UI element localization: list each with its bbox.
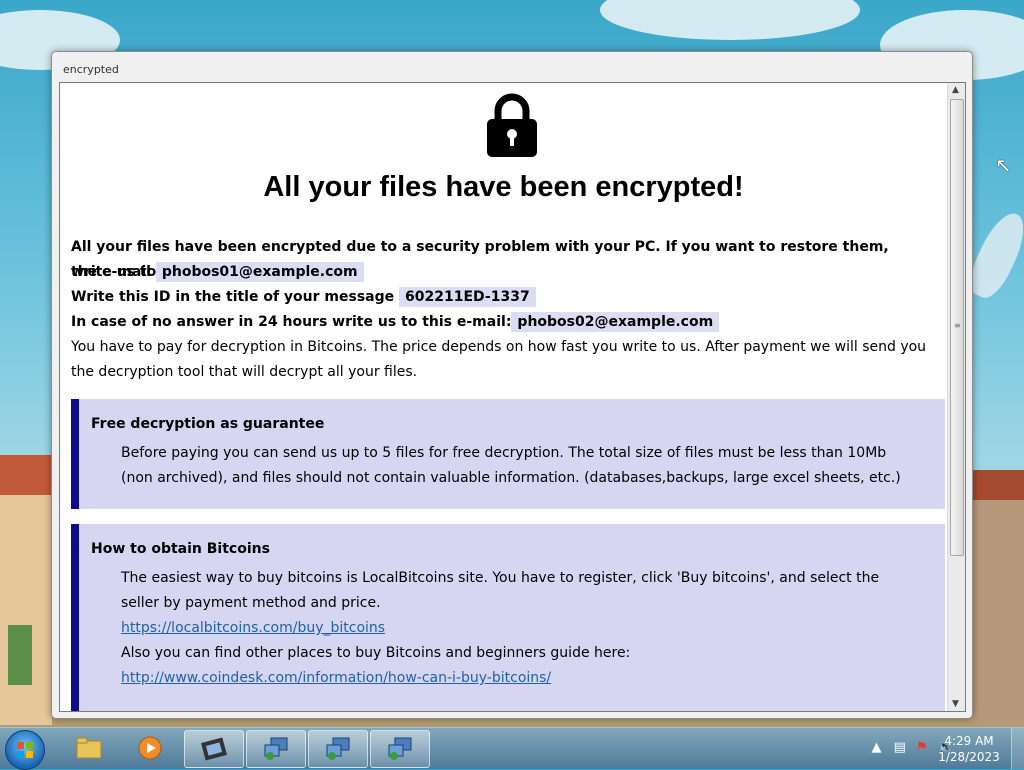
secondary-email[interactable]: phobos02@example.com [511, 312, 720, 332]
windows-logo-icon [17, 742, 33, 758]
guarantee-title: Free decryption as guarantee [91, 416, 325, 432]
network-icon[interactable]: ▤ [894, 740, 906, 755]
taskbar-network-app-1[interactable] [246, 730, 306, 768]
padlock-icon [487, 93, 537, 157]
bitcoins-box: How to obtain Bitcoins The easiest way t… [71, 524, 945, 711]
clock-date: 1/28/2023 [938, 750, 1000, 764]
taskbar-explorer[interactable] [60, 730, 118, 766]
noanswer-line: In case of no answer in 24 hours write u… [71, 310, 931, 335]
bitcoins-more-text: Also you can find other places to buy Bi… [121, 645, 631, 661]
window-title: encrypted [63, 63, 119, 76]
bitcoins-title: How to obtain Bitcoins [91, 541, 270, 557]
bitcoins-instructions: The easiest way to buy bitcoins is Local… [121, 570, 880, 611]
clock-time: 4:29 AM [944, 734, 994, 748]
ransom-note-window: encrypted All your files have been encry… [51, 51, 973, 719]
id-line: Write this ID in the title of your messa… [71, 285, 931, 310]
network-computer-icon [264, 737, 288, 760]
taskbar-movie-maker[interactable] [184, 730, 244, 768]
house-decoration [0, 455, 52, 725]
taskbar: ▲ ▤ ⚑ 🔈 4:29 AM 1/28/2023 [0, 727, 1024, 770]
show-hidden-icons-icon[interactable]: ▲ [871, 740, 881, 755]
noanswer-prefix: In case of no answer in 24 hours write u… [71, 314, 512, 330]
victim-id[interactable]: 602211ED-1337 [399, 287, 536, 307]
media-player-icon [138, 736, 162, 760]
message-panel: All your files have been encrypted! All … [59, 82, 966, 712]
network-computer-icon [388, 737, 412, 760]
localbitcoins-link[interactable]: https://localbitcoins.com/buy_bitcoins [121, 620, 385, 636]
action-center-flag-icon[interactable]: ⚑ [916, 740, 928, 755]
email-line: the e-mail phobos01@example.com [71, 260, 931, 285]
email-prefix: the e-mail [71, 264, 151, 280]
payment-text: You have to pay for decryption in Bitcoi… [71, 339, 927, 380]
id-prefix: Write this ID in the title of your messa… [71, 289, 395, 305]
taskbar-network-app-3[interactable] [370, 730, 430, 768]
house-decoration [972, 470, 1024, 725]
guarantee-body: Before paying you can send us up to 5 fi… [121, 445, 901, 486]
folder-icon [76, 737, 102, 759]
clock[interactable]: 4:29 AM 1/28/2023 [934, 733, 1004, 765]
coindesk-link[interactable]: http://www.coindesk.com/information/how-… [121, 670, 551, 686]
film-strip-icon [201, 737, 227, 761]
start-button[interactable] [5, 730, 45, 770]
taskbar-media-player[interactable] [121, 730, 179, 766]
guarantee-box: Free decryption as guarantee Before payi… [71, 399, 945, 509]
headline: All your files have been encrypted! [263, 171, 744, 203]
show-desktop-button[interactable] [1011, 728, 1024, 769]
vertical-scrollbar[interactable]: ▲ ≡ ▼ [947, 83, 965, 711]
bitcoins-body: The easiest way to buy bitcoins is Local… [121, 566, 911, 691]
scrollbar-thumb[interactable]: ≡ [950, 99, 964, 556]
mouse-cursor-icon: ↖ [995, 153, 1012, 177]
network-computer-icon [326, 737, 350, 760]
primary-email[interactable]: phobos01@example.com [155, 262, 364, 282]
grip-icon: ≡ [954, 321, 961, 330]
scroll-down-arrow-icon[interactable]: ▼ [952, 699, 959, 709]
taskbar-network-app-2[interactable] [308, 730, 368, 768]
scroll-up-arrow-icon[interactable]: ▲ [952, 85, 959, 95]
message-content: All your files have been encrypted! All … [60, 83, 947, 711]
cloud-decoration [600, 0, 860, 40]
